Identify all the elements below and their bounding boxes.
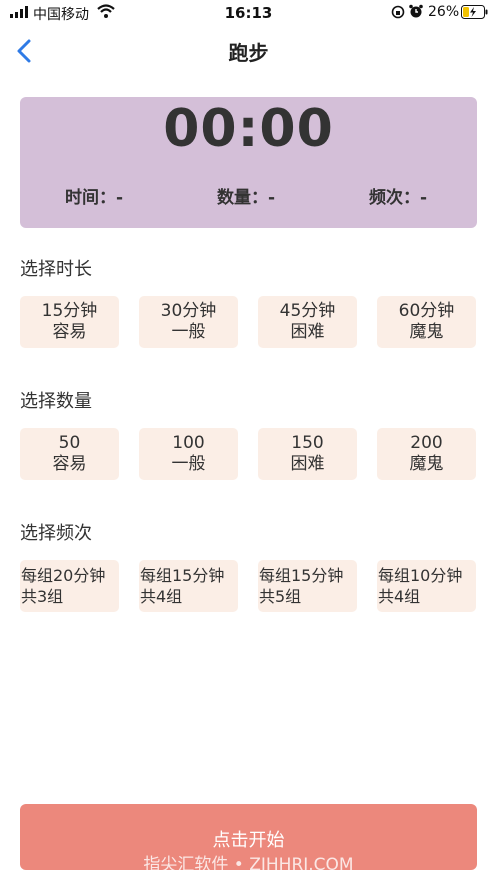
quantity-option-150[interactable]: 150 困难	[258, 428, 357, 480]
orientation-lock-icon	[391, 5, 405, 19]
option-line1: 30分钟	[160, 301, 217, 321]
page-title: 跑步	[228, 41, 269, 65]
status-bar: 中国移动 16:13 26%	[0, 0, 497, 26]
quantity-option-50[interactable]: 50 容易	[20, 428, 119, 480]
option-line1: 200	[410, 433, 443, 453]
option-line2: 共4组	[140, 587, 183, 606]
option-line2: 共4组	[378, 587, 421, 606]
selected-frequency-label: 频次：-	[369, 188, 428, 208]
start-button-label: 点击开始	[212, 830, 285, 851]
option-line1: 60分钟	[398, 301, 455, 321]
option-line2: 一般	[171, 454, 206, 474]
option-line1: 每组20分钟	[21, 566, 106, 585]
frequency-option-3[interactable]: 每组15分钟 共5组	[258, 560, 357, 612]
selected-count-label: 数量：-	[217, 188, 276, 208]
option-line2: 共3组	[21, 587, 64, 606]
alarm-icon	[409, 4, 423, 18]
option-line2: 一般	[171, 322, 206, 342]
duration-option-45[interactable]: 45分钟 困难	[258, 296, 357, 348]
option-line1: 每组15分钟	[259, 566, 344, 585]
frequency-option-2[interactable]: 每组15分钟 共4组	[139, 560, 238, 612]
quantity-section-title: 选择数量	[20, 391, 92, 412]
battery-percentage: 26%	[428, 4, 460, 20]
option-line1: 每组15分钟	[140, 566, 225, 585]
option-line1: 每组10分钟	[378, 566, 463, 585]
option-line2: 容易	[52, 322, 87, 342]
option-line2: 魔鬼	[409, 454, 444, 474]
selected-time-label: 时间：-	[65, 188, 124, 208]
option-line2: 魔鬼	[409, 322, 444, 342]
quantity-option-100[interactable]: 100 一般	[139, 428, 238, 480]
option-line1: 100	[172, 433, 205, 453]
option-line1: 150	[291, 433, 324, 453]
frequency-option-4[interactable]: 每组10分钟 共4组	[377, 560, 476, 612]
option-line1: 15分钟	[41, 301, 98, 321]
option-line2: 容易	[52, 454, 87, 474]
screen: 中国移动 16:13 26% 跑步 00:00 时间：- 数量：- 频次：- 选…	[0, 0, 497, 883]
quantity-option-200[interactable]: 200 魔鬼	[377, 428, 476, 480]
duration-option-60[interactable]: 60分钟 魔鬼	[377, 296, 476, 348]
option-line2: 困难	[290, 454, 325, 474]
duration-section-title: 选择时长	[20, 259, 92, 280]
watermark: 指尖汇软件 • ZJHHRJ.COM	[143, 855, 354, 875]
duration-option-30[interactable]: 30分钟 一般	[139, 296, 238, 348]
option-line2: 共5组	[259, 587, 302, 606]
frequency-section-title: 选择频次	[20, 523, 92, 544]
option-line1: 45分钟	[279, 301, 336, 321]
timer-card: 00:00 时间：- 数量：- 频次：-	[20, 97, 477, 228]
frequency-option-1[interactable]: 每组20分钟 共3组	[20, 560, 119, 612]
timer-display: 00:00	[163, 99, 334, 159]
option-line1: 50	[58, 433, 81, 453]
duration-option-15[interactable]: 15分钟 容易	[20, 296, 119, 348]
battery-charging-icon	[461, 5, 488, 19]
option-line2: 困难	[290, 322, 325, 342]
